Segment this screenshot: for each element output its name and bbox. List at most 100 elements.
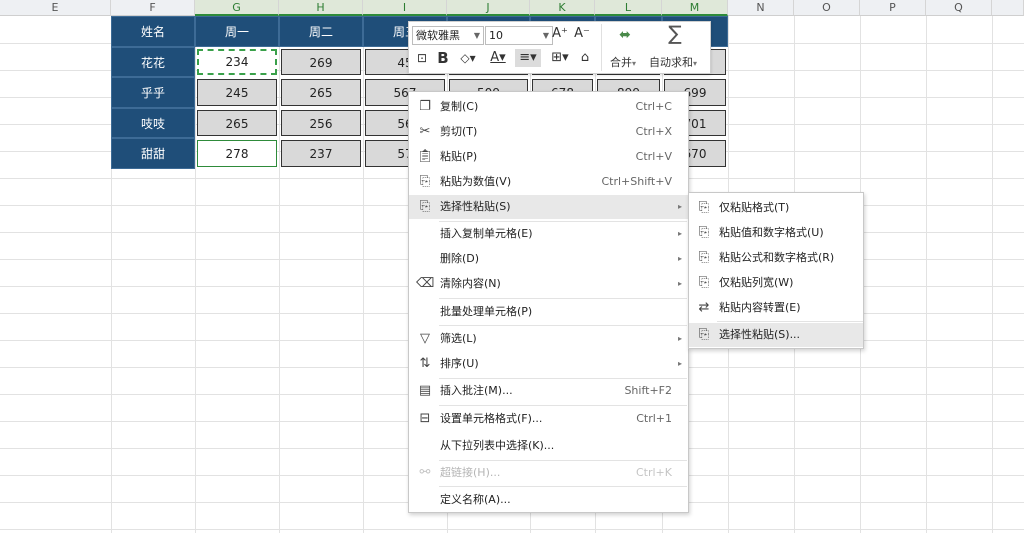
menu-item-paste[interactable]: 📋︎ 粘贴(P) Ctrl+V (409, 145, 688, 169)
eraser-icon: ⌫ (416, 276, 435, 291)
paste-values-icon: ⎘ (698, 225, 710, 240)
paste-special-icon: ⎘ (698, 327, 710, 342)
shrink-font-icon[interactable]: A⁻ (573, 25, 591, 43)
column-header-k[interactable]: K (530, 0, 595, 16)
paste-special-submenu: ⎘ 仅粘贴格式(T) ⎘ 粘贴值和数字格式(U) ⎘ 粘贴公式和数字格式(R) … (688, 192, 864, 349)
gridline (195, 16, 196, 533)
toolbar-divider (601, 24, 602, 71)
paste-icon: 📋︎ (416, 149, 434, 164)
table-cell[interactable]: 237 (281, 140, 361, 167)
table-name-cell[interactable]: 乎乎 (111, 77, 195, 108)
submenu-item-paste-special[interactable]: ⎘ 选择性粘贴(S)... (689, 323, 863, 347)
column-header-n[interactable]: N (728, 0, 794, 16)
paste-special-icon: ⎘ (419, 199, 431, 214)
filter-icon: ▽ (420, 331, 430, 346)
table-name-cell[interactable]: 花花 (111, 46, 195, 77)
chevron-right-icon: ▸ (677, 334, 682, 343)
menu-item-insert-comment[interactable]: ▤ 插入批注(M)... Shift+F2 (409, 379, 688, 403)
gridline (926, 16, 927, 533)
transpose-icon: ⇄ (698, 300, 710, 315)
paste-values-icon: ⎘ (419, 174, 431, 189)
menu-item-batch-process[interactable]: 批量处理单元格(P) (409, 300, 688, 324)
column-header-h[interactable]: H (279, 0, 363, 16)
table-cell[interactable]: 245 (197, 79, 277, 106)
table-name-cell[interactable]: 甜甜 (111, 138, 195, 169)
column-header-m[interactable]: M (662, 0, 728, 16)
paste-format-icon: ⎘ (698, 200, 710, 215)
table-header-cell[interactable]: 姓名 (111, 16, 195, 47)
menu-separator (439, 325, 687, 326)
chevron-right-icon: ▸ (677, 254, 682, 263)
eraser-icon[interactable]: ⌂ (577, 49, 593, 67)
gridline (363, 16, 364, 533)
merge-button[interactable]: 合并▾ (610, 54, 636, 70)
border-icon[interactable]: ⊞▾ (547, 49, 573, 67)
gridline (279, 16, 280, 533)
chevron-right-icon: ▸ (677, 202, 682, 211)
menu-item-cut[interactable]: ✂ 剪切(T) Ctrl+X (409, 120, 688, 144)
autosum-button[interactable]: 自动求和▾ (649, 54, 697, 70)
column-header-r[interactable] (992, 0, 1024, 16)
grow-font-icon[interactable]: A⁺ (551, 25, 569, 43)
table-header-cell[interactable]: 周二 (279, 16, 363, 47)
bold-icon[interactable]: B (435, 49, 451, 67)
menu-item-format-cells[interactable]: ⊟ 设置单元格格式(F)... Ctrl+1 (409, 407, 688, 431)
font-color-icon[interactable]: A▾ (485, 49, 511, 67)
menu-item-define-name[interactable]: 定义名称(A)... (409, 488, 688, 512)
column-header-o[interactable]: O (794, 0, 860, 16)
column-header-f[interactable]: F (111, 0, 195, 16)
table-name-cell[interactable]: 吱吱 (111, 107, 195, 138)
column-header-l[interactable]: L (595, 0, 662, 16)
table-cell[interactable]: 278 (197, 140, 277, 167)
align-icon[interactable]: ≡▾ (515, 49, 541, 67)
menu-item-insert-copied-cells[interactable]: 插入复制单元格(E) ▸ (409, 222, 688, 246)
copy-icon: ❐ (419, 99, 431, 114)
gridline (992, 16, 993, 533)
menu-item-paste-values[interactable]: ⎘ 粘贴为数值(V) Ctrl+Shift+V (409, 170, 688, 194)
submenu-item-column-width[interactable]: ⎘ 仅粘贴列宽(W) (689, 271, 863, 295)
column-header-g[interactable]: G (195, 0, 279, 16)
submenu-item-formats-only[interactable]: ⎘ 仅粘贴格式(T) (689, 196, 863, 220)
format-painter-icon[interactable]: ⊡ (413, 49, 431, 67)
submenu-item-formulas-numfmt[interactable]: ⎘ 粘贴公式和数字格式(R) (689, 246, 863, 270)
menu-separator (717, 321, 863, 322)
font-size-select[interactable]: 10 ▼ (485, 26, 553, 45)
menu-item-clear[interactable]: ⌫ 清除内容(N) ▸ (409, 272, 688, 296)
column-header-j[interactable]: J (447, 0, 530, 16)
table-header-cell[interactable]: 周一 (195, 16, 279, 47)
link-icon: ⚯ (419, 465, 431, 480)
table-cell[interactable]: 269 (281, 48, 361, 75)
table-cell[interactable]: 265 (281, 79, 361, 106)
column-header-e[interactable]: E (0, 0, 111, 16)
font-family-select[interactable]: 微软雅黑 ▼ (412, 26, 484, 45)
menu-separator (439, 298, 687, 299)
column-header-i[interactable]: I (363, 0, 447, 16)
submenu-item-values-numfmt[interactable]: ⎘ 粘贴值和数字格式(U) (689, 221, 863, 245)
table-cell[interactable]: 265 (197, 109, 277, 136)
merge-icon[interactable]: ⬌ (613, 26, 637, 44)
column-header-q[interactable]: Q (926, 0, 992, 16)
format-cells-icon: ⊟ (419, 411, 431, 426)
sort-icon: ⇅ (419, 356, 431, 371)
menu-item-sort[interactable]: ⇅ 排序(U) ▸ (409, 352, 688, 376)
menu-separator (439, 486, 687, 487)
fill-color-icon[interactable]: ◇▾ (455, 49, 481, 67)
table-cell[interactable]: 234 (197, 48, 277, 75)
chevron-right-icon: ▸ (677, 359, 682, 368)
submenu-item-transpose[interactable]: ⇄ 粘贴内容转置(E) (689, 296, 863, 320)
column-header-p[interactable]: P (860, 0, 926, 16)
paste-column-width-icon: ⎘ (698, 275, 710, 290)
gridline (0, 529, 1024, 530)
chevron-right-icon: ▸ (677, 279, 682, 288)
autosum-icon[interactable]: ∑ (663, 23, 687, 43)
menu-item-copy[interactable]: ❐ 复制(C) Ctrl+C (409, 95, 688, 119)
chevron-down-icon: ▼ (542, 31, 549, 40)
menu-item-paste-special[interactable]: ⎘ 选择性粘贴(S) ▸ (409, 195, 688, 219)
menu-item-filter[interactable]: ▽ 筛选(L) ▸ (409, 327, 688, 351)
menu-item-pick-from-list[interactable]: 从下拉列表中选择(K)... (409, 434, 688, 458)
scissors-icon: ✂ (419, 124, 431, 139)
table-cell[interactable]: 256 (281, 109, 361, 136)
chevron-right-icon: ▸ (677, 229, 682, 238)
context-menu: ❐ 复制(C) Ctrl+C ✂ 剪切(T) Ctrl+X 📋︎ 粘贴(P) C… (408, 91, 689, 513)
menu-item-delete[interactable]: 删除(D) ▸ (409, 247, 688, 271)
